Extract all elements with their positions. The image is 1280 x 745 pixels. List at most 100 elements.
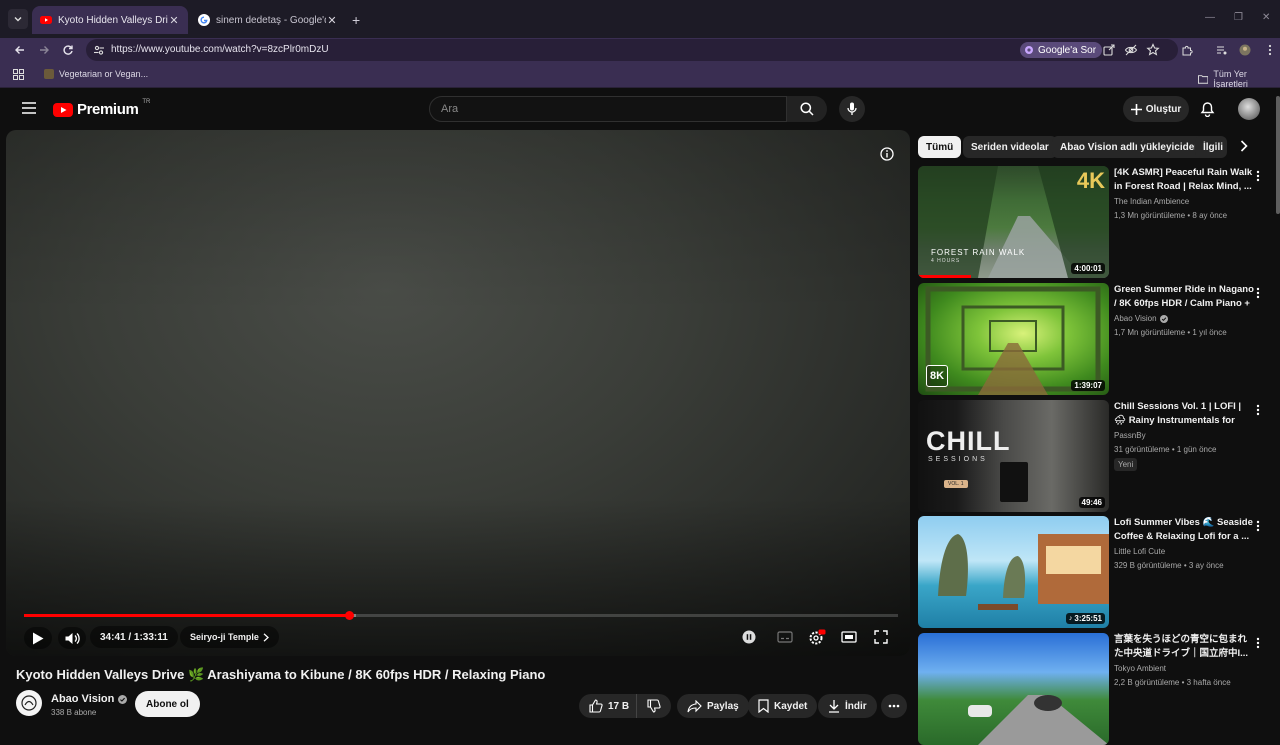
card-menu-button[interactable] [1254,402,1262,418]
video-title: Kyoto Hidden Valleys Drive 🌿 Arashiyama … [16,667,546,682]
tab-search-button[interactable] [8,9,28,29]
fullscreen-button[interactable] [872,629,890,645]
settings-button[interactable] [808,629,826,645]
channel-name[interactable]: Abao Vision [1114,314,1168,323]
eye-off-icon[interactable] [1124,43,1138,57]
channel-name[interactable]: PassnBy [1114,431,1146,440]
reload-button[interactable] [60,42,76,58]
progress-bar[interactable] [24,611,898,620]
time-display: 34:41 / 1:33:11 [90,626,178,648]
minimize-icon[interactable]: — [1205,12,1215,23]
extensions-button[interactable] [1179,42,1195,58]
chevron-right-icon[interactable] [1240,140,1248,152]
voice-search-button[interactable] [839,96,865,122]
video-thumbnail[interactable] [918,633,1109,745]
autoplay-toggle[interactable] [740,629,758,645]
hamburger-menu-icon[interactable] [22,102,36,114]
create-button[interactable]: Oluştur [1123,96,1189,122]
channel-name[interactable]: Abao Vision [51,693,128,705]
chip-from-uploader[interactable]: Abao Vision adlı yükleyiciden [1052,136,1209,158]
share-button[interactable]: Paylaş [677,694,749,718]
video-title[interactable]: Green Summer Ride in Nagano / 8K 60fps H… [1114,283,1254,311]
recommendation-card[interactable]: CHILL SESSIONS VOL. 1 49:46 Chill Sessio… [918,400,1274,512]
ask-google-button[interactable]: Google'a Sor [1020,42,1103,58]
browser-menu-button[interactable] [1262,42,1278,58]
new-tab-button[interactable]: + [352,12,360,28]
close-tab-icon[interactable]: ✕ [168,14,180,27]
theater-mode-button[interactable] [840,629,858,645]
subscribe-button[interactable]: Abone ol [135,691,200,717]
video-duration: 49:46 [1078,497,1105,508]
save-button[interactable]: Kaydet [748,694,818,718]
share-page-icon[interactable] [1102,43,1116,57]
video-thumbnail[interactable]: ♪ 3:25:51 [918,516,1109,628]
video-thumbnail[interactable]: CHILL SESSIONS VOL. 1 49:46 [918,400,1109,512]
like-button[interactable]: 17 B [579,694,642,718]
window-close-icon[interactable]: ✕ [1262,12,1270,23]
media-control-button[interactable] [1214,42,1230,58]
youtube-logo-icon [53,102,73,117]
video-title[interactable]: 言葉を失うほどの青空に包まれた中央道ドライブ｜国立府中I... [1114,633,1254,661]
channel-name-text: Abao Vision [1114,314,1157,323]
apps-grid-icon[interactable] [13,69,24,80]
create-label: Oluştur [1145,103,1182,115]
channel-avatar[interactable] [16,690,42,716]
card-menu-button[interactable] [1254,168,1262,184]
tab-title: sinem dedetaş - Google'da Ara [216,14,326,26]
recommendation-card[interactable]: FOREST RAIN WALK 4 HOURS 4K 4:00:01 [4K … [918,166,1274,278]
video-title[interactable]: [4K ASMR] Peaceful Rain Walk in Forest R… [1114,166,1254,194]
card-menu-button[interactable] [1254,285,1262,301]
video-title[interactable]: Chill Sessions Vol. 1 | LOFI | 🌧 Rainy I… [1114,400,1254,428]
tab-youtube[interactable]: Kyoto Hidden Valleys Drive 🌿 ✕ [32,6,188,34]
video-thumbnail[interactable]: FOREST RAIN WALK 4 HOURS 4K 4:00:01 [918,166,1109,278]
channel-name[interactable]: Tokyo Ambient [1114,664,1166,673]
bookmark-star-icon[interactable] [1146,43,1160,57]
channel-logo-icon [21,695,37,711]
search-button[interactable] [787,96,827,122]
video-meta: 329 B görüntüleme • 3 ay önce [1114,561,1224,570]
bookmark-favicon-icon [44,69,54,79]
subtitles-button[interactable] [776,629,794,645]
address-bar[interactable]: https://www.youtube.com/watch?v=8zcPlr0m… [86,39,1178,61]
youtube-premium-logo[interactable]: Premium TR [53,99,150,118]
mute-button[interactable] [58,627,86,649]
more-actions-button[interactable] [881,694,907,718]
notifications-bell-icon[interactable] [1200,100,1215,117]
restore-icon[interactable]: ❐ [1234,12,1243,23]
chip-related[interactable]: İlgili [1195,136,1227,158]
search-placeholder: Ara [441,103,459,115]
profile-button[interactable] [1237,42,1253,58]
bookmark-item[interactable]: Vegetarian or Vegan... [44,69,148,79]
all-bookmarks-button[interactable]: Tüm Yer İşaretleri [1198,69,1280,89]
play-button[interactable] [24,627,52,649]
back-button[interactable] [12,42,28,58]
video-meta: 31 görüntüleme • 1 gün önce [1114,445,1217,454]
page-scrollbar[interactable] [1276,96,1280,214]
dislike-button[interactable] [636,694,671,718]
share-arrow-icon [687,699,702,712]
account-avatar[interactable] [1238,98,1260,120]
channel-name[interactable]: The Indian Ambience [1114,197,1189,206]
recommendation-card[interactable]: ♪ 3:25:51 Lofi Summer Vibes 🌊 Seaside Co… [918,516,1274,628]
new-badge: Yeni [1114,458,1138,471]
chapter-button[interactable]: Seiryo-ji Temple [180,626,279,648]
recommendation-card[interactable]: 8K 1:39:07 Green Summer Ride in Nagano /… [918,283,1274,395]
site-info-icon[interactable] [93,44,105,56]
browser-tab-strip: Kyoto Hidden Valleys Drive 🌿 ✕ sinem ded… [0,0,1280,38]
forward-button[interactable] [36,42,52,58]
card-menu-button[interactable] [1254,635,1262,651]
chip-all[interactable]: Tümü [918,136,962,158]
download-button[interactable]: İndir [818,694,877,718]
recommendation-card[interactable]: 言葉を失うほどの青空に包まれた中央道ドライブ｜国立府中I... Tokyo Am… [918,633,1274,745]
video-thumbnail[interactable]: 8K 1:39:07 [918,283,1109,395]
tab-google-search[interactable]: sinem dedetaş - Google'da Ara ✕ [190,6,346,34]
channel-name[interactable]: Little Lofi Cute [1114,547,1165,556]
video-title[interactable]: Lofi Summer Vibes 🌊 Seaside Coffee & Rel… [1114,516,1254,544]
video-player[interactable] [6,130,910,656]
card-menu-button[interactable] [1254,518,1262,534]
close-tab-icon[interactable]: ✕ [326,14,338,27]
chip-series[interactable]: Seriden videolar [963,136,1057,158]
channel-name-text: Tokyo Ambient [1114,664,1167,673]
info-icon[interactable] [880,147,894,161]
search-input[interactable]: Ara [429,96,787,122]
